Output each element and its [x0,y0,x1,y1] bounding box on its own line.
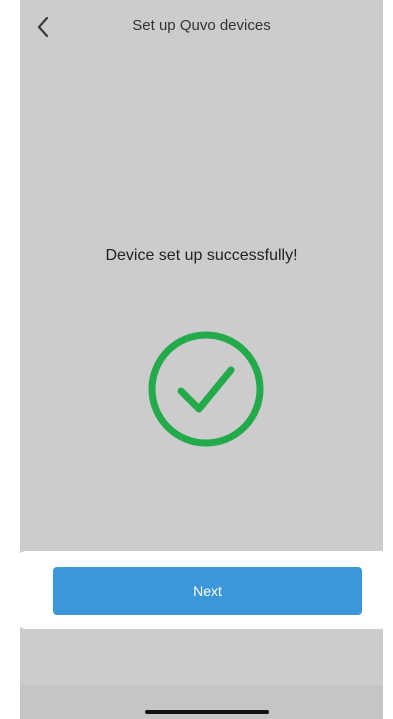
nav-bar: Set up Quvo devices [20,0,383,58]
check-circle-icon [148,331,264,447]
next-button[interactable]: Next [53,567,362,615]
bottom-bar [20,685,383,719]
page-title: Set up Quvo devices [132,17,271,34]
success-message: Device set up successfully! [105,247,298,264]
home-indicator[interactable] [145,710,269,714]
